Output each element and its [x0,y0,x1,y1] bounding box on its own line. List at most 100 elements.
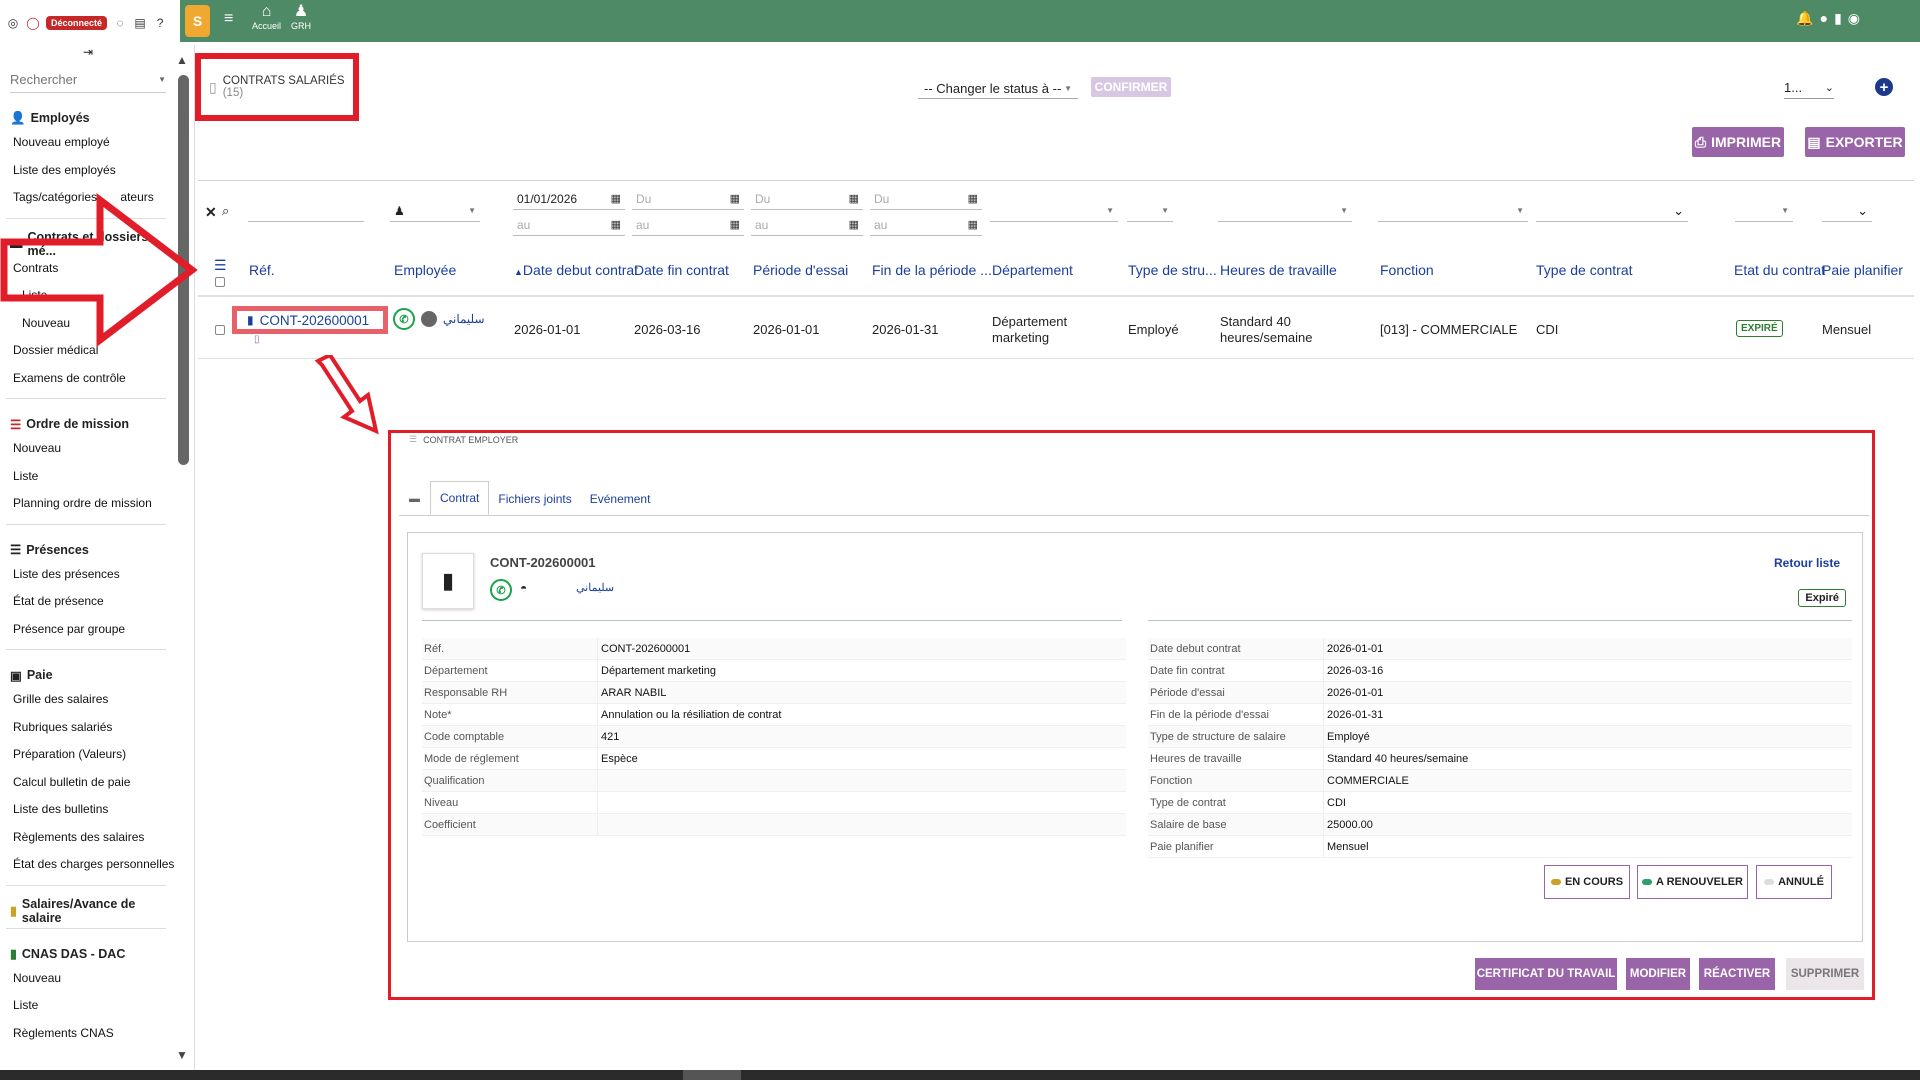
sidebar-item[interactable]: État des charges personnelles [0,851,176,879]
sidebar-item[interactable]: Examens de contrôle [0,365,176,393]
filter-date-fin-to[interactable]: au ▦ [632,214,744,236]
column-header[interactable]: Réf. [249,262,275,278]
export-button[interactable]: ▤ EXPORTER [1805,127,1905,157]
employee-name[interactable]: سليماني [443,312,485,326]
filter-fonction-select[interactable]: ▼ [1378,200,1528,222]
help-icon[interactable]: ? [153,16,167,30]
certificat-travail-button[interactable]: CERTIFICAT DU TRAVAIL [1475,958,1617,990]
sidebar-item[interactable]: Préparation (Valeurs) [0,741,176,769]
filter-ref-input[interactable] [248,200,364,222]
sidebar-item[interactable]: Rubriques salariés [0,714,176,742]
contract-ref-link[interactable]: ▮ CONT-202600001 [232,306,388,334]
status-select[interactable]: -- Changer le status à -- ▼ [918,79,1078,99]
column-header[interactable]: Type de contrat [1536,262,1633,278]
column-header[interactable]: Fin de la période ... [872,262,992,278]
column-header[interactable]: Paie planifier [1822,262,1903,278]
status-a-renouveler-button[interactable]: A RENOUVELER [1637,865,1748,899]
filter-date-debut-from[interactable]: 01/01/2026 ▦ [513,188,625,210]
section-title[interactable]: ▣ Paie [0,664,176,686]
section-title[interactable]: ▮ CNAS DAS - DAC [0,943,176,965]
whatsapp-icon[interactable]: ✆ [490,579,512,601]
sidebar-item[interactable]: Liste des employés [0,157,176,185]
row-checkbox[interactable] [215,325,225,335]
tab-contrat[interactable]: Contrat [430,481,490,515]
reactivate-button[interactable]: RÉACTIVER [1699,958,1775,990]
sidebar-item[interactable]: Calcul bulletin de paie [0,769,176,797]
column-header[interactable]: Heures de travaille [1220,262,1337,278]
filter-etat-select[interactable]: ▼ [1735,200,1793,222]
column-header[interactable]: Fonction [1380,262,1434,278]
filter-essai-from[interactable]: Du ▦ [751,188,863,210]
status-annule-button[interactable]: ANNULÉ [1756,865,1832,899]
sidebar-item[interactable]: Règlements CNAS [0,1020,176,1048]
avatar[interactable]: ◉ [1848,10,1860,27]
section-title[interactable]: ▮ Salaires/Avance de salaire [0,897,176,925]
disconnect-badge[interactable]: Déconnecté [46,15,108,30]
tab-evenement[interactable]: Evénement [581,483,660,515]
column-header[interactable]: Période d'essai [753,262,848,278]
calendar-icon[interactable]: ▦ [730,192,740,205]
nav-home[interactable]: ⌂ Accueil [252,3,281,31]
chat-icon[interactable]: ● [1820,10,1828,27]
employee-name[interactable]: سليماني [576,581,614,594]
section-title[interactable]: ☰ Présences [0,539,176,561]
sidebar-item[interactable]: État de présence [0,588,176,616]
back-to-list-link[interactable]: Retour liste [1774,556,1840,570]
sidebar-search[interactable]: ▼ [10,67,166,93]
filter-fin-periode-to[interactable]: au ▦ [870,214,982,236]
filter-heures-select[interactable]: ▼ [1218,200,1352,222]
chat-icon[interactable]: ◌ [113,16,127,30]
pdf-icon[interactable]: ▯ [254,334,260,345]
column-header[interactable]: Date fin contrat [634,262,729,278]
column-header[interactable]: Etat du contrat [1734,262,1825,278]
modify-button[interactable]: MODIFIER [1626,958,1690,990]
sidebar-item[interactable]: Grille des salaires [0,686,176,714]
delete-button[interactable]: SUPPRIMER [1786,958,1864,990]
scroll-down-icon[interactable]: ▼ [176,1048,188,1062]
sidebar-item[interactable]: Planning ordre de mission [0,490,176,518]
column-header[interactable]: Département [992,262,1073,278]
calendar-icon[interactable]: ▦ [849,218,859,231]
sidebar-item[interactable]: Liste des bulletins [0,796,176,824]
scroll-up-icon[interactable]: ▲ [176,53,188,67]
sidebar-item[interactable]: Liste des présences [0,561,176,589]
column-header-sorted[interactable]: ▲Date debut contrat [514,262,638,278]
filter-date-debut-to[interactable]: au ▦ [513,214,625,236]
confirm-button[interactable]: CONFIRMER [1091,77,1171,97]
app-logo[interactable]: S [185,5,210,37]
calendar-icon[interactable]: ▦ [968,192,978,205]
clipboard-icon[interactable]: ▮ [1834,10,1842,27]
filter-type-structure-select[interactable]: ▼ [1127,200,1173,222]
print-button[interactable]: ⎙ IMPRIMER [1692,127,1784,157]
globe-icon[interactable]: ◎ [6,16,20,30]
calendar-icon[interactable]: ▦ [968,218,978,231]
calendar-icon[interactable]: ▦ [611,218,621,231]
filter-essai-to[interactable]: au ▦ [751,214,863,236]
sidebar-item[interactable]: Nouveau [0,965,176,993]
sidebar-search-input[interactable] [10,72,140,87]
clear-filters-icon[interactable]: ✕ [205,204,217,221]
columns-list-icon[interactable]: ☰ [214,257,227,274]
section-title[interactable]: 👤 Employés [0,107,176,129]
filter-paie-select[interactable]: ⌄ [1822,200,1872,222]
sidebar-item[interactable]: Nouveau [0,435,176,463]
sidebar-item[interactable]: Présence par groupe [0,616,176,644]
section-title[interactable]: ☰ Ordre de mission [0,413,176,435]
sidebar-item[interactable]: Liste [0,992,176,1020]
filter-departement-select[interactable]: ▼ [990,200,1118,222]
calendar-icon[interactable]: ▦ [730,218,740,231]
nav-grh[interactable]: ♟ GRH [291,3,311,31]
tab-fichiers-joints[interactable]: Fichiers joints [489,483,580,515]
sidebar-item[interactable]: Nouveau employé [0,129,176,157]
select-all-checkbox[interactable] [215,277,225,287]
sidebar-item[interactable]: Liste [0,463,176,491]
add-contract-button[interactable]: + [1875,78,1893,96]
calendar-icon[interactable]: ▦ [611,192,621,205]
hamburger-menu-icon[interactable]: ≡ [224,10,233,28]
filter-employee-select[interactable]: ♟ ▼ [390,200,480,222]
calendar-icon[interactable]: ▦ [849,192,859,205]
bell-icon[interactable]: 🔔 [1796,10,1813,27]
taskbar-item[interactable] [683,1070,741,1080]
filter-date-fin-from[interactable]: Du ▦ [632,188,744,210]
status-en-cours-button[interactable]: EN COURS [1544,865,1630,899]
